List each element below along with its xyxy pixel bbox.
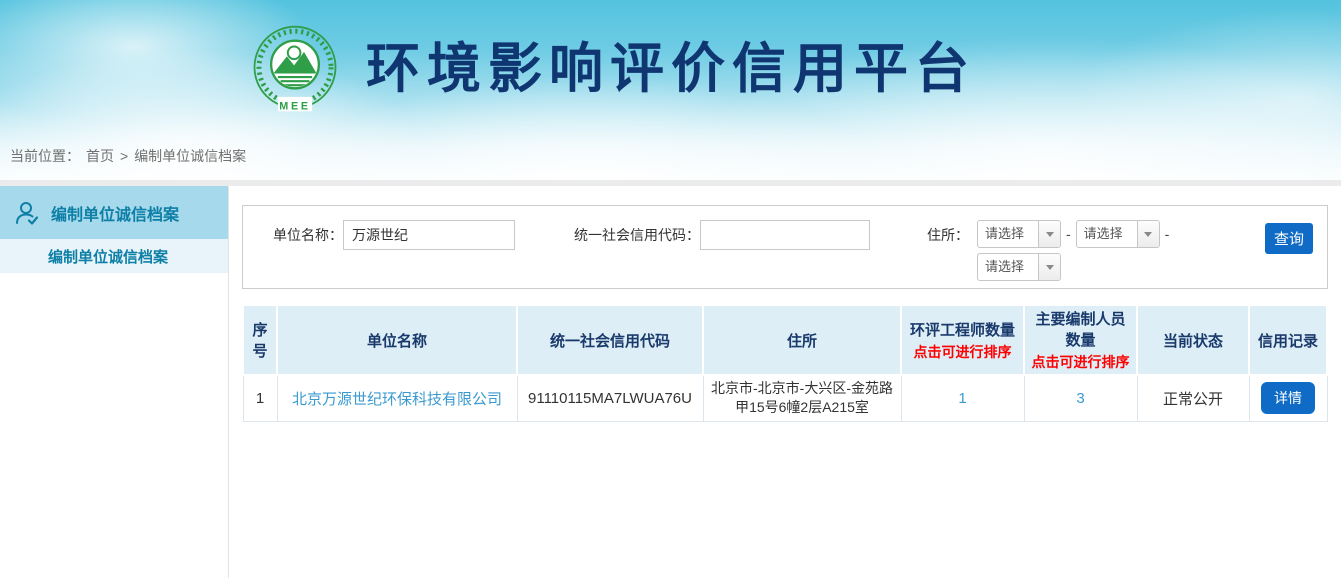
staff-count-link[interactable]: 3	[1076, 390, 1084, 407]
breadcrumb-home-link[interactable]: 首页	[86, 146, 114, 166]
chevron-down-icon[interactable]	[1137, 221, 1159, 247]
credit-code-label: 统一社会信用代码：	[574, 220, 700, 250]
table-header-row: 序号 单位名称 统一社会信用代码 住所 环评工程师数量 点击可进行排序 主要编制…	[243, 305, 1327, 375]
mee-logo-icon: MEE	[250, 24, 340, 114]
breadcrumb-label: 当前位置：	[10, 146, 80, 166]
cell-address: 北京市-北京市-大兴区-金苑路甲15号6幢2层A215室	[703, 375, 901, 421]
sidebar-item-credit-archive[interactable]: 编制单位诚信档案	[0, 186, 228, 239]
chevron-down-icon[interactable]	[1038, 254, 1060, 280]
search-panel: 单位名称： 统一社会信用代码： 住所： 请选择 - 请选择 -	[242, 205, 1328, 289]
sidebar-item-label: 编制单位诚信档案	[51, 201, 179, 225]
engineer-count-link[interactable]: 1	[958, 390, 966, 407]
site-title: 环境影响评价信用平台	[366, 24, 976, 114]
query-button[interactable]: 查询	[1265, 223, 1313, 254]
city-select-value: 请选择	[1077, 221, 1137, 247]
col-header-status: 当前状态	[1137, 305, 1249, 375]
sidebar-subitem-credit-archive[interactable]: 编制单位诚信档案	[0, 239, 228, 273]
detail-button[interactable]: 详情	[1261, 382, 1315, 414]
breadcrumb: 当前位置： 首页 > 编制单位诚信档案	[10, 146, 246, 166]
district-select-value: 请选择	[978, 254, 1038, 280]
cell-credit-code: 91110115MA7LWUA76U	[517, 375, 703, 421]
results-table: 序号 单位名称 统一社会信用代码 住所 环评工程师数量 点击可进行排序 主要编制…	[242, 304, 1328, 422]
city-select[interactable]: 请选择	[1076, 220, 1160, 248]
cell-index: 1	[243, 375, 277, 421]
svg-text:MEE: MEE	[279, 101, 310, 113]
person-check-icon	[13, 199, 41, 227]
district-select[interactable]: 请选择	[977, 253, 1061, 281]
breadcrumb-separator: >	[120, 148, 128, 164]
breadcrumb-current: 编制单位诚信档案	[134, 146, 246, 166]
col-header-address: 住所	[703, 305, 901, 375]
dash-separator: -	[1165, 220, 1170, 248]
company-name-input[interactable]	[343, 220, 515, 250]
col-header-credit-record: 信用记录	[1249, 305, 1327, 375]
col-header-company: 单位名称	[277, 305, 517, 375]
credit-code-input[interactable]	[700, 220, 870, 250]
sidebar: 编制单位诚信档案 编制单位诚信档案	[0, 186, 229, 578]
province-select-value: 请选择	[978, 221, 1038, 247]
sort-hint-engineers[interactable]: 点击可进行排序	[906, 342, 1019, 362]
col-header-credit-code: 统一社会信用代码	[517, 305, 703, 375]
chevron-down-icon[interactable]	[1038, 221, 1060, 247]
company-name-link[interactable]: 北京万源世纪环保科技有限公司	[292, 391, 502, 408]
province-select[interactable]: 请选择	[977, 220, 1061, 248]
sort-hint-staff[interactable]: 点击可进行排序	[1029, 352, 1132, 372]
col-header-staff-count: 主要编制人员数量 点击可进行排序	[1024, 305, 1137, 375]
dash-separator: -	[1066, 220, 1071, 248]
main-content: 单位名称： 统一社会信用代码： 住所： 请选择 - 请选择 -	[229, 186, 1341, 578]
cell-status: 正常公开	[1137, 375, 1249, 421]
col-header-engineer-count: 环评工程师数量 点击可进行排序	[901, 305, 1024, 375]
address-label: 住所：	[927, 220, 969, 250]
table-row: 1 北京万源世纪环保科技有限公司 91110115MA7LWUA76U 北京市-…	[243, 375, 1327, 421]
sidebar-subitem-label: 编制单位诚信档案	[48, 246, 168, 267]
brand: MEE 环境影响评价信用平台	[250, 24, 976, 114]
header-banner: MEE 环境影响评价信用平台 当前位置： 首页 > 编制单位诚信档案	[0, 0, 1341, 180]
col-header-index: 序号	[243, 305, 277, 375]
company-name-label: 单位名称：	[273, 220, 343, 250]
